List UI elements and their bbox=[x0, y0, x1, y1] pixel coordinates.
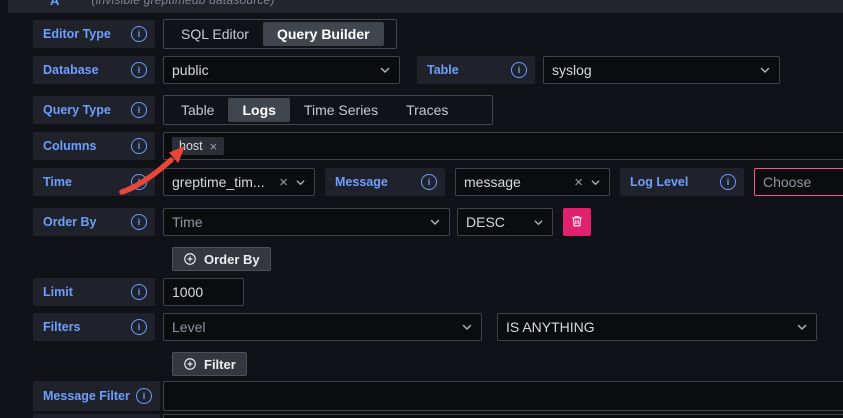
editor-type-label: Editor Type i bbox=[33, 20, 155, 48]
remove-icon[interactable]: × bbox=[279, 175, 288, 190]
query-type-option-traces[interactable]: Traces bbox=[392, 98, 462, 122]
chevron-down-icon bbox=[796, 321, 808, 333]
info-icon[interactable]: i bbox=[131, 62, 147, 78]
chevron-down-icon bbox=[429, 216, 441, 228]
chevron-down-icon bbox=[461, 321, 473, 333]
database-label: Database i bbox=[33, 56, 155, 84]
chevron-down-icon bbox=[759, 64, 771, 76]
query-type-label: Query Type i bbox=[33, 96, 155, 124]
message-filter-input[interactable] bbox=[163, 381, 843, 411]
column-chip-host[interactable]: host × bbox=[172, 137, 224, 155]
chevron-down-icon bbox=[379, 64, 391, 76]
editor-type-option-query-builder[interactable]: Query Builder bbox=[263, 22, 384, 46]
remove-icon[interactable]: × bbox=[210, 140, 218, 153]
editor-type-option-sql-editor[interactable]: SQL Editor bbox=[167, 22, 263, 46]
query-type-radio-group: Table Logs Time Series Traces bbox=[163, 95, 493, 125]
chevron-down-icon bbox=[533, 217, 544, 228]
order-by-label: Order By i bbox=[33, 208, 155, 236]
query-editor: A (invisible greptimedb datasource) Edit… bbox=[0, 0, 843, 418]
message-column-select[interactable]: message × bbox=[455, 168, 610, 196]
time-label: Time i bbox=[33, 168, 155, 196]
info-icon[interactable]: i bbox=[131, 214, 147, 230]
info-icon[interactable]: i bbox=[511, 62, 527, 78]
order-by-column-select[interactable]: Time bbox=[163, 208, 450, 236]
plus-circle-icon bbox=[183, 252, 197, 266]
limit-input[interactable] bbox=[163, 278, 244, 306]
filter-column-select[interactable]: Level bbox=[163, 313, 482, 341]
add-order-by-button[interactable]: Order By bbox=[172, 247, 271, 271]
time-column-select[interactable]: greptime_tim... × bbox=[163, 168, 315, 196]
remove-icon[interactable]: × bbox=[574, 175, 583, 190]
filters-label: Filters i bbox=[33, 313, 155, 341]
order-by-direction-select[interactable]: DESC bbox=[457, 208, 553, 236]
query-type-option-time-series[interactable]: Time Series bbox=[290, 98, 392, 122]
message-label: Message i bbox=[325, 168, 445, 196]
editor-type-radio-group: SQL Editor Query Builder bbox=[163, 19, 397, 49]
info-icon[interactable]: i bbox=[131, 319, 147, 335]
log-level-select[interactable]: Choose bbox=[754, 168, 843, 196]
query-type-option-table[interactable]: Table bbox=[167, 98, 228, 122]
add-filter-button[interactable]: Filter bbox=[172, 352, 247, 376]
next-row-partial-label bbox=[33, 414, 160, 418]
query-row-header[interactable]: A (invisible greptimedb datasource) bbox=[8, 0, 843, 13]
info-icon[interactable]: i bbox=[131, 26, 147, 42]
log-level-label: Log Level i bbox=[620, 168, 744, 196]
info-icon[interactable]: i bbox=[136, 388, 152, 404]
table-label: Table i bbox=[417, 56, 535, 84]
info-icon[interactable]: i bbox=[720, 174, 736, 190]
chevron-down-icon bbox=[590, 177, 601, 188]
next-row-partial-input bbox=[163, 414, 843, 418]
query-type-option-logs[interactable]: Logs bbox=[228, 98, 289, 122]
datasource-note: (invisible greptimedb datasource) bbox=[91, 0, 274, 7]
info-icon[interactable]: i bbox=[131, 284, 147, 300]
info-icon[interactable]: i bbox=[421, 174, 437, 190]
query-ref-letter: A bbox=[50, 0, 59, 8]
plus-circle-icon bbox=[183, 357, 197, 371]
columns-label: Columns i bbox=[33, 132, 155, 160]
database-select[interactable]: public bbox=[163, 56, 400, 84]
message-filter-label: Message Filter i bbox=[33, 381, 160, 411]
info-icon[interactable]: i bbox=[131, 138, 147, 154]
limit-label: Limit i bbox=[33, 278, 155, 306]
table-select[interactable]: syslog bbox=[543, 56, 780, 84]
chevron-down-icon bbox=[295, 177, 306, 188]
info-icon[interactable]: i bbox=[131, 102, 147, 118]
filter-condition-select[interactable]: IS ANYTHING bbox=[497, 313, 817, 341]
trash-icon bbox=[570, 214, 584, 231]
remove-order-by-button[interactable] bbox=[563, 208, 591, 236]
columns-multiselect[interactable]: host × bbox=[163, 132, 843, 160]
info-icon[interactable]: i bbox=[131, 174, 147, 190]
